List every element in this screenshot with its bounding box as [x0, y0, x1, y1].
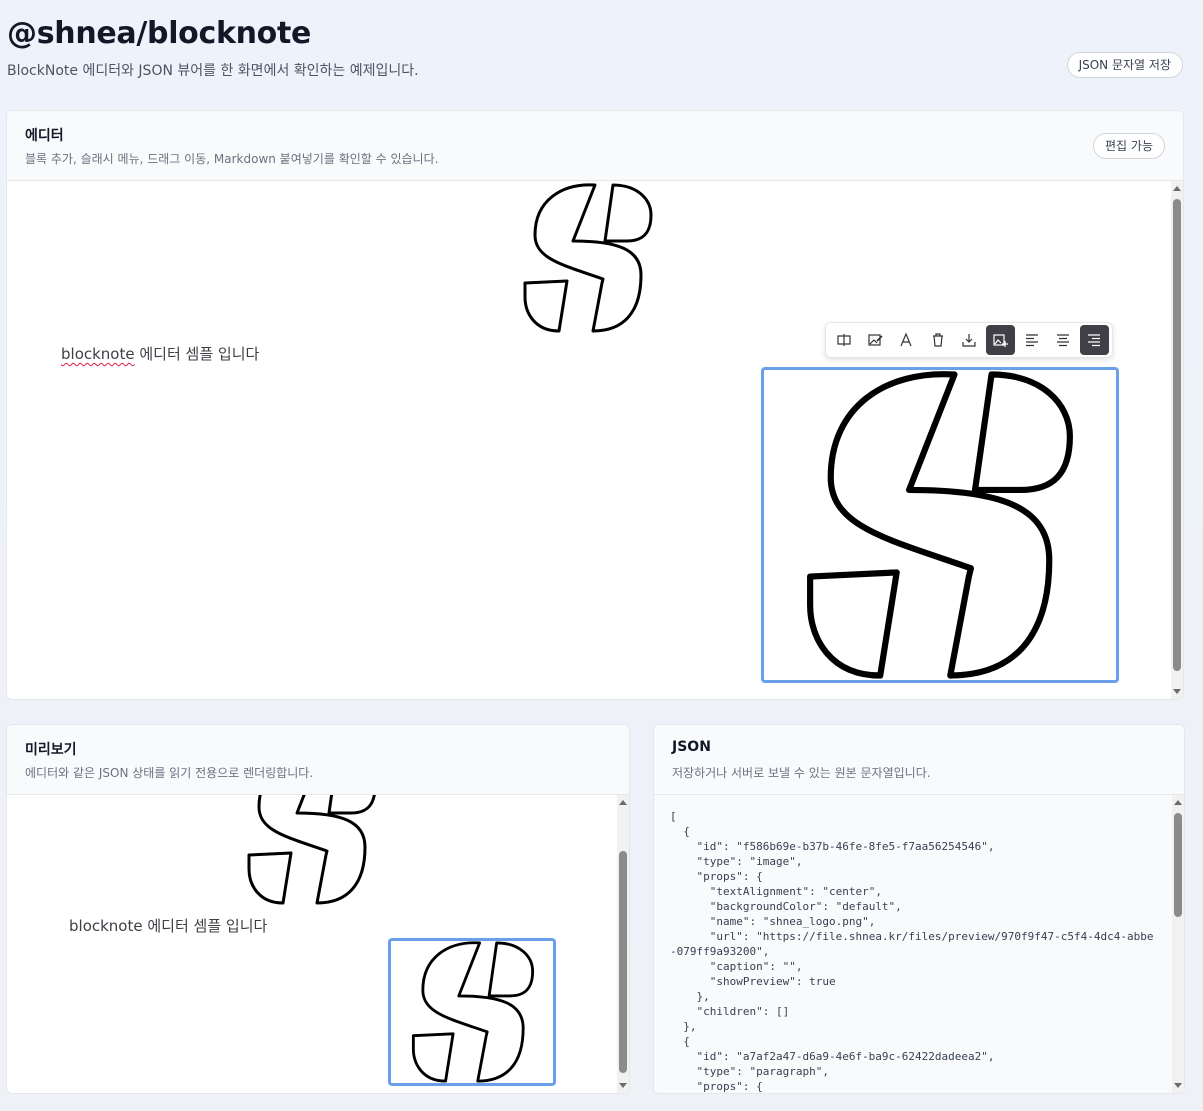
image-edit-icon — [868, 334, 883, 346]
editor-title: 에디터 — [25, 128, 64, 144]
align-center-icon — [1056, 334, 1069, 347]
scroll-up-arrow[interactable] — [1174, 800, 1182, 805]
json-body[interactable]: [ { "id": "f586b69e-b37b-46fe-8fe5-f7aa5… — [654, 795, 1184, 1093]
json-panel: JSON 저장하거나 서버로 보낼 수 있는 원본 문자열입니다. [ { "i… — [653, 724, 1185, 1094]
page-title: @shnea/blocknote — [7, 16, 312, 51]
preview-title: 미리보기 — [25, 742, 77, 758]
text-color-button[interactable] — [892, 325, 921, 355]
download-button[interactable] — [954, 325, 983, 355]
top-logo-image[interactable] — [523, 183, 653, 333]
editable-badge[interactable]: 편집 가능 — [1093, 133, 1165, 159]
scroll-down-arrow[interactable] — [619, 1083, 627, 1088]
misspelled-word: blocknote — [61, 345, 135, 363]
save-json-button[interactable]: JSON 문자열 저장 — [1066, 52, 1183, 78]
preview-scroll-thumb[interactable] — [619, 851, 627, 1073]
preview-logo-image — [411, 941, 535, 1083]
image-preview-icon — [993, 334, 1009, 347]
align-left-button[interactable] — [1017, 325, 1046, 355]
editor-body[interactable]: blocknote 에디터 셈플 입니다 — [7, 181, 1183, 699]
json-title: JSON — [672, 739, 711, 755]
page-subtitle: BlockNote 에디터와 JSON 뷰어를 한 화면에서 확인하는 예제입니… — [7, 63, 419, 79]
align-right-button[interactable] — [1079, 325, 1109, 355]
json-scroll-thumb[interactable] — [1174, 813, 1182, 917]
scroll-down-arrow[interactable] — [1173, 689, 1181, 694]
scroll-down-arrow[interactable] — [1174, 1083, 1182, 1088]
preview-body: blocknote 에디터 셈플 입니다 — [7, 795, 629, 1093]
preview-image-block — [388, 938, 556, 1086]
editor-scroll-thumb[interactable] — [1173, 199, 1181, 671]
selected-image-block[interactable] — [761, 367, 1119, 683]
download-icon — [962, 334, 976, 347]
json-scrollbar[interactable] — [1172, 795, 1184, 1093]
editor-scrollbar[interactable] — [1171, 181, 1183, 699]
image-edit-button[interactable] — [860, 325, 889, 355]
scroll-up-arrow[interactable] — [619, 800, 627, 805]
image-preview-button[interactable] — [985, 325, 1015, 355]
editor-panel: 에디터 블록 추가, 슬래시 메뉴, 드래그 이동, Markdown 붙여넣기… — [6, 110, 1184, 700]
editor-header: 에디터 블록 추가, 슬래시 메뉴, 드래그 이동, Markdown 붙여넣기… — [7, 111, 1183, 181]
replace-image-icon — [837, 334, 851, 346]
scroll-up-arrow[interactable] — [1173, 186, 1181, 191]
preview-panel: 미리보기 에디터와 같은 JSON 상태를 읽기 전용으로 렌더링합니다. bl… — [6, 724, 630, 1094]
json-output[interactable]: [ { "id": "f586b69e-b37b-46fe-8fe5-f7aa5… — [670, 809, 1160, 1093]
preview-paragraph: blocknote 에디터 셈플 입니다 — [69, 917, 268, 935]
selected-logo-image — [806, 370, 1074, 680]
preview-description: 에디터와 같은 JSON 상태를 읽기 전용으로 렌더링합니다. — [25, 766, 314, 780]
editor-description: 블록 추가, 슬래시 메뉴, 드래그 이동, Markdown 붙여넣기를 확인… — [25, 152, 439, 166]
preview-scrollbar[interactable] — [617, 795, 629, 1093]
align-left-icon — [1025, 334, 1038, 347]
preview-header: 미리보기 에디터와 같은 JSON 상태를 읽기 전용으로 렌더링합니다. — [7, 725, 629, 795]
paragraph-rest: 에디터 셈플 입니다 — [134, 345, 260, 363]
replace-image-button[interactable] — [829, 325, 858, 355]
delete-button[interactable] — [923, 325, 952, 355]
editor-paragraph[interactable]: blocknote 에디터 셈플 입니다 — [61, 343, 259, 364]
json-description: 저장하거나 서버로 보낼 수 있는 원본 문자열입니다. — [672, 766, 931, 780]
image-toolbar — [825, 322, 1113, 358]
preview-top-logo-image — [247, 795, 377, 905]
delete-icon — [932, 333, 943, 347]
json-header: JSON 저장하거나 서버로 보낼 수 있는 원본 문자열입니다. — [654, 725, 1184, 795]
align-right-icon — [1088, 334, 1101, 347]
text-color-icon — [900, 332, 912, 347]
align-center-button[interactable] — [1048, 325, 1077, 355]
